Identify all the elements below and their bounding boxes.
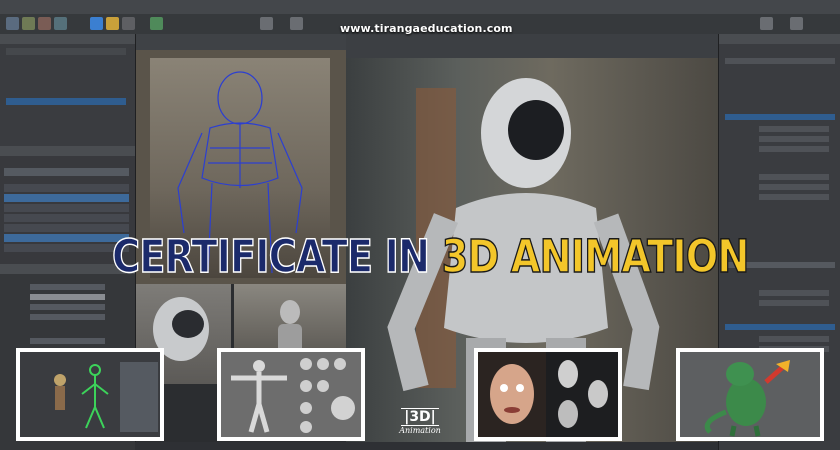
property-field[interactable]	[30, 284, 105, 290]
thumb-creature-model[interactable]	[676, 348, 824, 441]
outliner-panel	[0, 34, 136, 146]
attribute-tab-row[interactable]	[725, 58, 835, 64]
creature-model-image	[680, 352, 820, 437]
attribute-editor-header	[719, 34, 840, 44]
outliner-row[interactable]	[6, 68, 126, 75]
light-row[interactable]	[4, 184, 129, 192]
light-icon[interactable]	[106, 17, 119, 30]
attribute-field[interactable]	[759, 290, 829, 296]
logo-mark: |3D|	[401, 408, 439, 426]
scale-tool-icon[interactable]	[54, 17, 67, 30]
character-sheet-image	[221, 352, 361, 437]
attribute-field[interactable]	[759, 184, 829, 190]
thumb-character-sheet[interactable]	[217, 348, 365, 441]
face-sculpt-image	[478, 352, 618, 437]
attribute-field[interactable]	[759, 126, 829, 132]
render-icon[interactable]	[90, 17, 103, 30]
thumb-motion-capture[interactable]	[16, 348, 164, 441]
outliner-row[interactable]	[6, 78, 126, 85]
attribute-field[interactable]	[759, 174, 829, 180]
attribute-field[interactable]	[759, 300, 829, 306]
light-editor-header	[0, 146, 135, 156]
outliner-row[interactable]	[6, 128, 126, 135]
snap-icon[interactable]	[150, 17, 163, 30]
title-part-3d-animation: 3D ANIMATION	[441, 229, 750, 284]
workspace-icon[interactable]	[790, 17, 803, 30]
viewport-toolbar	[136, 34, 346, 50]
rotate-tool-icon[interactable]	[38, 17, 51, 30]
outliner-row[interactable]	[6, 48, 126, 55]
outliner-row[interactable]	[6, 108, 126, 115]
light-row[interactable]	[4, 214, 129, 222]
attribute-field[interactable]	[759, 194, 829, 200]
settings-icon[interactable]	[760, 17, 773, 30]
outliner-row[interactable]	[6, 58, 126, 65]
light-row[interactable]	[4, 244, 129, 252]
grid-icon[interactable]	[260, 17, 273, 30]
attribute-field[interactable]	[759, 146, 829, 152]
timeline-bar[interactable]	[135, 442, 718, 450]
render-view-toolbar	[346, 34, 718, 58]
outliner-row[interactable]	[6, 118, 126, 125]
outliner-row[interactable]	[6, 88, 126, 95]
mocap-image	[20, 352, 160, 437]
move-tool-icon[interactable]	[22, 17, 35, 30]
logo-word: Animation	[399, 426, 441, 435]
camera-icon[interactable]	[122, 17, 135, 30]
property-field[interactable]	[30, 304, 105, 310]
attribute-field[interactable]	[759, 136, 829, 142]
attribute-section[interactable]	[725, 324, 835, 330]
outliner-row-selected[interactable]	[6, 98, 126, 105]
property-field[interactable]	[30, 314, 105, 320]
light-editor-toolbar	[4, 168, 129, 176]
thumb-face-sculpt[interactable]	[474, 348, 622, 441]
course-title: CERTIFICATE IN 3D ANIMATION	[111, 229, 750, 286]
website-url: www.tirangaeducation.com	[340, 22, 513, 35]
menu-bar	[0, 0, 840, 14]
light-row[interactable]	[4, 204, 129, 212]
sculpt-icon[interactable]	[290, 17, 303, 30]
title-part-certificate: CERTIFICATE IN	[111, 229, 430, 284]
outliner-header	[0, 34, 135, 44]
attribute-section[interactable]	[725, 114, 835, 120]
light-row[interactable]	[4, 224, 129, 232]
attribute-field[interactable]	[759, 336, 829, 342]
property-field[interactable]	[30, 338, 105, 344]
color-swatch[interactable]	[30, 294, 105, 300]
light-row-selected[interactable]	[4, 234, 129, 242]
select-tool-icon[interactable]	[6, 17, 19, 30]
light-row-selected[interactable]	[4, 194, 129, 202]
